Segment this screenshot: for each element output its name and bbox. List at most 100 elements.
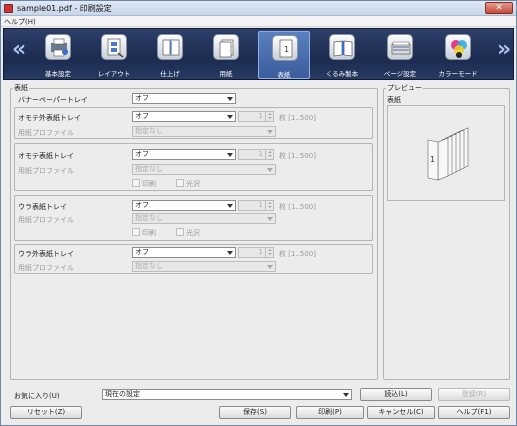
back-tray-label: ウラ表紙トレイ	[18, 203, 67, 211]
tab-layout[interactable]: レイアウト	[88, 31, 140, 79]
back-count: 1	[258, 201, 263, 209]
print-button[interactable]: 印刷(P)	[296, 406, 364, 419]
favorites-label: お気に入り(U)	[14, 392, 60, 400]
chevron-down-icon	[227, 251, 233, 255]
back-print-checkbox[interactable]	[132, 228, 140, 236]
back-profile-label: 用紙プロファイル	[18, 216, 74, 224]
front-range: 枚 [1..500]	[279, 152, 316, 160]
perfect-binding-icon	[329, 34, 355, 60]
scroll-right-icon[interactable]: »	[497, 39, 511, 61]
back-outer-count-stepper[interactable]: 1	[238, 247, 274, 258]
front-gloss-checkbox[interactable]	[176, 179, 184, 187]
front-outer-count: 1	[258, 112, 263, 120]
back-tray-select[interactable]: オフ	[132, 200, 236, 211]
page-setup-icon	[387, 34, 413, 60]
category-toolbar: « » 基本設定 レイアウト 仕上げ 用紙 1 表紙 くるみ製本 ページ設定 カ…	[3, 28, 514, 80]
front-print-label: 印刷	[142, 180, 156, 188]
back-profile-select[interactable]: 指定なし	[132, 213, 276, 224]
banner-tray-select[interactable]: オフ	[132, 93, 236, 104]
back-print-label: 印刷	[142, 229, 156, 237]
front-print-checkbox[interactable]	[132, 179, 140, 187]
tab-label: 仕上げ	[160, 70, 180, 78]
back-tray-value: オフ	[135, 201, 149, 209]
back-outer-profile-label: 用紙プロファイル	[18, 264, 74, 272]
tab-label: レイアウト	[97, 70, 131, 78]
layout-icon	[101, 34, 127, 60]
front-profile-value: 指定なし	[135, 165, 163, 173]
front-profile-label: 用紙プロファイル	[18, 167, 74, 175]
spin-arrows-icon[interactable]	[265, 201, 273, 210]
help-button[interactable]: ヘルプ(F1)	[438, 406, 510, 419]
banner-tray-label: バナーペーパートレイ	[18, 96, 88, 104]
app-icon	[4, 4, 13, 13]
tab-label: ページ設定	[383, 70, 417, 78]
banner-tray-value: オフ	[135, 94, 149, 102]
color-mode-icon	[445, 34, 471, 60]
back-profile-value: 指定なし	[135, 214, 163, 222]
spin-arrows-icon[interactable]	[265, 112, 273, 121]
back-gloss-label: 光沢	[186, 229, 200, 237]
front-tray-label: オモテ表紙トレイ	[18, 152, 74, 160]
tab-label: 用紙	[219, 70, 233, 78]
load-button[interactable]: 読込(L)	[360, 388, 432, 401]
tab-color-mode[interactable]: カラーモード	[432, 31, 484, 79]
tab-cover[interactable]: 1 表紙	[258, 31, 310, 79]
basic-settings-icon	[45, 34, 71, 60]
chevron-down-icon	[267, 265, 273, 269]
chevron-down-icon	[267, 130, 273, 134]
front-outer-range: 枚 [1..500]	[279, 114, 316, 122]
window-title: sample01.pdf - 印刷設定	[17, 4, 112, 13]
back-outer-tray-label: ウラ外表紙トレイ	[18, 250, 74, 258]
back-outer-profile-value: 指定なし	[135, 262, 163, 270]
front-profile-select[interactable]: 指定なし	[132, 164, 276, 175]
cancel-button[interactable]: キャンセル(C)	[367, 406, 435, 419]
front-count-stepper[interactable]: 1	[238, 149, 274, 160]
chevron-down-icon	[343, 393, 349, 397]
scroll-left-icon[interactable]: «	[12, 39, 26, 61]
title-bar: sample01.pdf - 印刷設定 ✕	[1, 1, 516, 16]
back-count-stepper[interactable]: 1	[238, 200, 274, 211]
close-button[interactable]: ✕	[485, 2, 513, 14]
tab-label: くるみ製本	[325, 70, 359, 78]
front-outer-profile-select[interactable]: 指定なし	[132, 126, 276, 137]
front-count: 1	[258, 150, 263, 158]
front-outer-profile-value: 指定なし	[135, 127, 163, 135]
register-button[interactable]: 登録(R)	[438, 388, 510, 401]
tab-page-setup[interactable]: ページ設定	[374, 31, 426, 79]
back-outer-range: 枚 [1..500]	[279, 250, 316, 258]
back-outer-profile-select[interactable]: 指定なし	[132, 261, 276, 272]
front-outer-profile-label: 用紙プロファイル	[18, 129, 74, 137]
chevron-down-icon	[227, 97, 233, 101]
back-range: 枚 [1..500]	[279, 203, 316, 211]
tab-perfect-binding[interactable]: くるみ製本	[316, 31, 368, 79]
front-outer-tray-value: オフ	[135, 112, 149, 120]
favorites-select[interactable]: 現在の設定	[102, 389, 352, 400]
print-settings-window: sample01.pdf - 印刷設定 ✕ ヘルプ(H) « » 基本設定 レイ…	[0, 0, 517, 426]
chevron-down-icon	[267, 217, 273, 221]
preview-group-title: プレビュー	[386, 83, 423, 93]
chevron-down-icon	[227, 204, 233, 208]
spin-arrows-icon[interactable]	[265, 248, 273, 257]
menu-help[interactable]: ヘルプ(H)	[4, 17, 36, 27]
back-outer-tray-select[interactable]: オフ	[132, 247, 236, 258]
front-tray-value: オフ	[135, 150, 149, 158]
svg-text:1: 1	[284, 45, 289, 54]
tab-label: カラーモード	[438, 70, 478, 78]
preview-caption: 表紙	[387, 96, 401, 104]
menu-bar: ヘルプ(H)	[1, 16, 516, 27]
back-gloss-checkbox[interactable]	[176, 228, 184, 236]
chevron-down-icon	[267, 168, 273, 172]
tab-label: 表紙	[277, 71, 291, 79]
preview-page-number: 1	[430, 155, 435, 164]
tab-finishing[interactable]: 仕上げ	[144, 31, 196, 79]
front-outer-count-stepper[interactable]: 1	[238, 111, 274, 122]
spin-arrows-icon[interactable]	[265, 150, 273, 159]
save-button[interactable]: 保存(S)	[219, 406, 291, 419]
front-tray-select[interactable]: オフ	[132, 149, 236, 160]
cover-icon: 1	[272, 35, 298, 61]
tab-paper[interactable]: 用紙	[200, 31, 252, 79]
front-outer-tray-select[interactable]: オフ	[132, 111, 236, 122]
finishing-icon	[157, 34, 183, 60]
reset-button[interactable]: リセット(Z)	[10, 406, 82, 419]
tab-basic-settings[interactable]: 基本設定	[32, 31, 84, 79]
